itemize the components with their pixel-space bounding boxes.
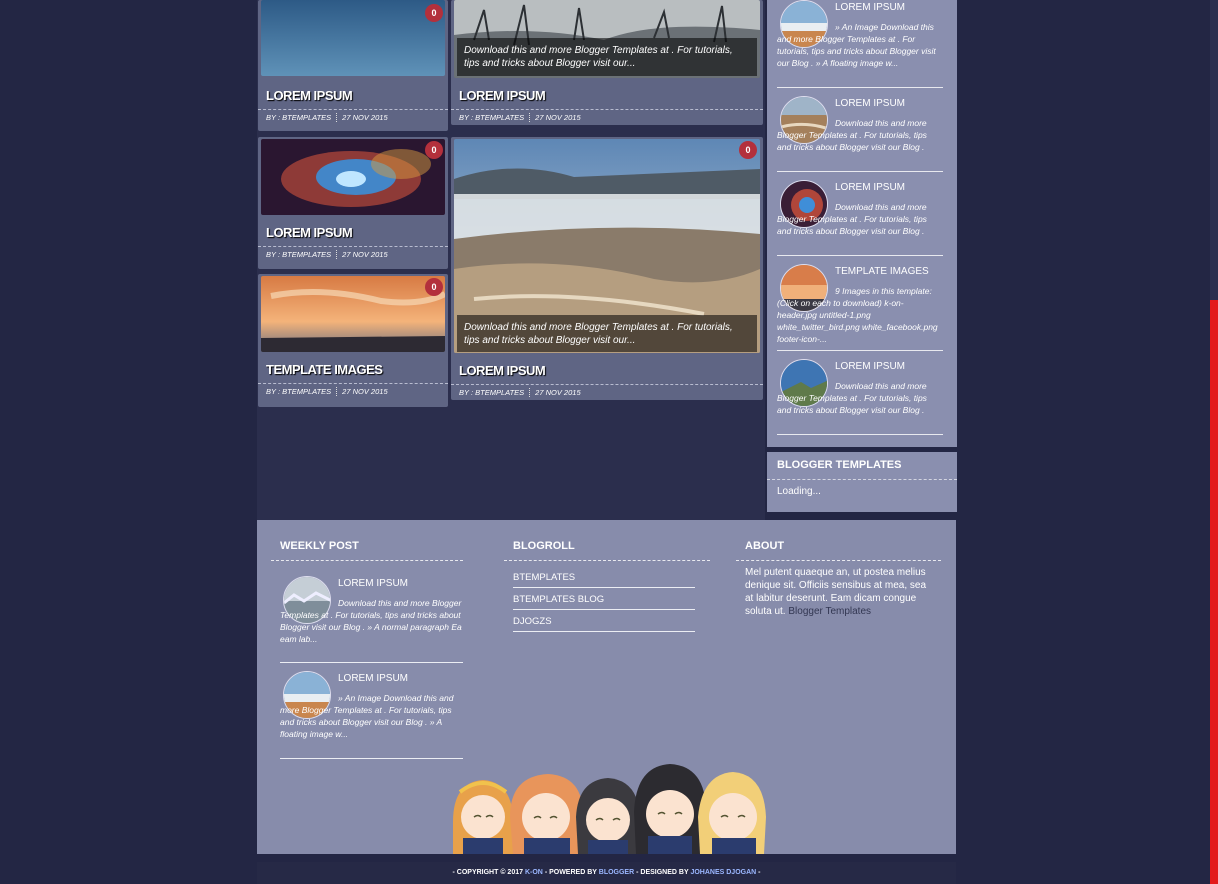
copyright-suffix: - <box>758 869 761 876</box>
sidebar-post-item[interactable]: LOREM IPSUM Download this and more Blogg… <box>777 96 943 172</box>
post-date: 27 NOV 2015 <box>342 387 388 396</box>
blogroll-link[interactable]: BTEMPLATES BLOG <box>513 594 695 610</box>
post-date: 27 NOV 2015 <box>535 388 581 397</box>
meta-divider <box>336 387 338 396</box>
post-author[interactable]: BY : BTEMPLATES <box>266 387 331 396</box>
post-author[interactable]: BY : BTEMPLATES <box>266 250 331 259</box>
comment-count-badge[interactable]: 0 <box>425 4 443 22</box>
comment-count-badge[interactable]: 0 <box>425 141 443 159</box>
k-on-characters-illustration <box>448 762 768 854</box>
sidebar-post-item[interactable]: LOREM IPSUM Download this and more Blogg… <box>777 359 943 435</box>
post-meta: BY : BTEMPLATES 27 NOV 2015 <box>459 388 581 397</box>
divider <box>271 560 463 561</box>
divider <box>736 560 941 561</box>
meta-divider <box>529 388 531 397</box>
post-title[interactable]: LOREM IPSUM <box>266 225 353 240</box>
divider <box>451 384 763 385</box>
post-thumbnail[interactable] <box>261 139 445 215</box>
blogroll-link[interactable]: DJOGZS <box>513 616 695 632</box>
blogroll-heading: BLOGROLL <box>513 540 575 552</box>
post-card[interactable]: 0 TEMPLATE IMAGES BY : BTEMPLATES 27 NOV… <box>258 274 448 407</box>
divider <box>258 246 448 247</box>
sidebar-post-title[interactable]: LOREM IPSUM <box>835 2 905 13</box>
sidebar-post-excerpt: Download this and more Blogger Templates… <box>777 118 927 152</box>
post-meta: BY : BTEMPLATES 27 NOV 2015 <box>266 387 388 396</box>
sidebar-post-title[interactable]: LOREM IPSUM <box>835 182 905 193</box>
post-author[interactable]: BY : BTEMPLATES <box>459 113 524 122</box>
post-excerpt: Download this and more Blogger Templates… <box>457 315 757 352</box>
divider <box>767 479 957 480</box>
divider <box>504 560 710 561</box>
designed-by-text: - DESIGNED BY <box>636 869 689 876</box>
post-card[interactable]: 0 Download this and more Blogger Templat… <box>451 137 763 400</box>
post-card[interactable]: 0 LOREM IPSUM BY : BTEMPLATES 27 NOV 201… <box>258 137 448 269</box>
blogger-link[interactable]: BLOGGER <box>599 869 634 876</box>
characters-graphic <box>453 764 766 854</box>
divider <box>451 109 763 110</box>
sidebar-post-excerpt: Download this and more Blogger Templates… <box>777 381 927 415</box>
sidebar-post-title[interactable]: LOREM IPSUM <box>835 98 905 109</box>
weekly-post-excerpt: » An Image Download this and more Blogge… <box>280 693 454 739</box>
about-heading: ABOUT <box>745 540 785 552</box>
sidebar-post-excerpt: 9 Images in this template: (Click on eac… <box>777 286 938 344</box>
sidebar-post-excerpt: Download this and more Blogger Templates… <box>777 202 927 236</box>
post-card[interactable]: 0 LOREM IPSUM BY : BTEMPLATES 27 NOV 201… <box>258 0 448 131</box>
sidebar-post-title[interactable]: LOREM IPSUM <box>835 361 905 372</box>
sidebar-post-item[interactable]: LOREM IPSUM » An Image Download this and… <box>777 0 943 88</box>
scrollbar-thumb[interactable] <box>1210 300 1218 884</box>
meta-divider <box>336 250 338 259</box>
blogger-templates-widget: BLOGGER TEMPLATES Loading... <box>767 452 957 512</box>
post-thumbnail[interactable] <box>261 276 445 352</box>
meta-divider <box>336 113 338 122</box>
post-thumbnail[interactable] <box>261 0 445 76</box>
sidebar-post-item[interactable]: TEMPLATE IMAGES 9 Images in this templat… <box>777 264 943 351</box>
weekly-post-item[interactable]: LOREM IPSUM Download this and more Blogg… <box>280 576 463 663</box>
footer: WEEKLY POST LOREM IPSUM Download this an… <box>257 520 956 854</box>
widget-heading: BLOGGER TEMPLATES <box>777 459 902 471</box>
post-meta: BY : BTEMPLATES 27 NOV 2015 <box>266 250 388 259</box>
divider <box>258 383 448 384</box>
post-date: 27 NOV 2015 <box>535 113 581 122</box>
post-meta: BY : BTEMPLATES 27 NOV 2015 <box>266 113 388 122</box>
post-title[interactable]: TEMPLATE IMAGES <box>266 362 383 377</box>
post-author[interactable]: BY : BTEMPLATES <box>266 113 331 122</box>
post-date: 27 NOV 2015 <box>342 250 388 259</box>
weekly-post-excerpt: Download this and more Blogger Templates… <box>280 598 462 644</box>
comment-count-badge[interactable]: 0 <box>739 141 757 159</box>
comment-count-badge[interactable]: 0 <box>425 278 443 296</box>
loading-status: Loading... <box>777 486 821 497</box>
meta-divider <box>529 113 531 122</box>
post-grid: 0 LOREM IPSUM BY : BTEMPLATES 27 NOV 201… <box>257 0 765 520</box>
post-author[interactable]: BY : BTEMPLATES <box>459 388 524 397</box>
weekly-post-heading: WEEKLY POST <box>280 540 359 552</box>
post-meta: BY : BTEMPLATES 27 NOV 2015 <box>459 113 581 122</box>
post-date: 27 NOV 2015 <box>342 113 388 122</box>
about-link[interactable]: Blogger Templates <box>788 606 871 617</box>
powered-by-text: - POWERED BY <box>544 869 597 876</box>
copyright-bar: - COPYRIGHT © 2017 K-ON - POWERED BY BLO… <box>257 862 956 884</box>
site-link[interactable]: K-ON <box>525 869 543 876</box>
post-title[interactable]: LOREM IPSUM <box>459 363 546 378</box>
weekly-post-title[interactable]: LOREM IPSUM <box>338 673 408 684</box>
designer-link[interactable]: JOHANES DJOGAN <box>690 869 756 876</box>
post-title[interactable]: LOREM IPSUM <box>459 88 546 103</box>
post-card[interactable]: Download this and more Blogger Templates… <box>451 0 763 125</box>
sidebar-post-item[interactable]: LOREM IPSUM Download this and more Blogg… <box>777 180 943 256</box>
sidebar-post-title[interactable]: TEMPLATE IMAGES <box>835 266 929 277</box>
recent-posts-sidebar: LOREM IPSUM » An Image Download this and… <box>767 0 957 447</box>
weekly-post-title[interactable]: LOREM IPSUM <box>338 578 408 589</box>
divider <box>258 109 448 110</box>
post-title[interactable]: LOREM IPSUM <box>266 88 353 103</box>
copyright-prefix: - COPYRIGHT © 2017 <box>452 869 524 876</box>
weekly-post-item[interactable]: LOREM IPSUM » An Image Download this and… <box>280 671 463 759</box>
sidebar-post-excerpt: » An Image Download this and more Blogge… <box>777 22 936 68</box>
about-text: Mel putent quaeque an, ut postea melius … <box>745 566 927 618</box>
blogroll-link[interactable]: BTEMPLATES <box>513 572 695 588</box>
post-excerpt: Download this and more Blogger Templates… <box>457 38 757 76</box>
